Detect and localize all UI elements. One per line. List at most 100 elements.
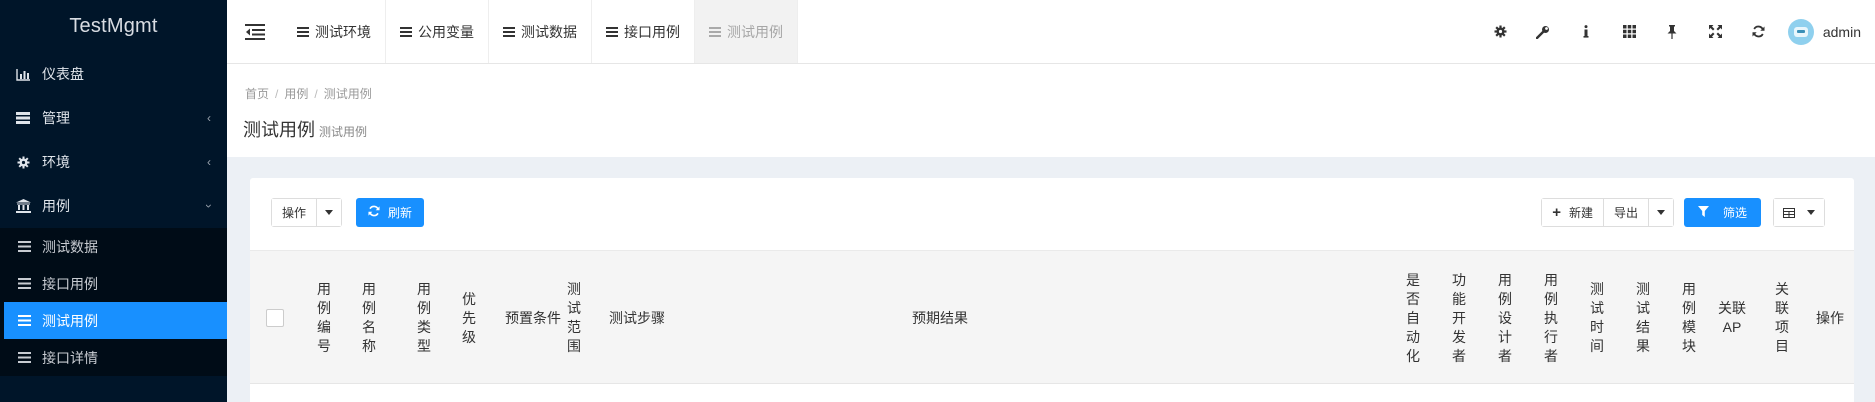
submenu-testcase: 测试数据 接口用例 测试用例 接口详情 [0,228,227,376]
tab-label: 接口用例 [624,23,680,40]
fullscreen-icon [1708,25,1722,38]
pin-button[interactable] [1651,0,1694,64]
filter-button[interactable]: 筛选 [1683,198,1761,227]
tab-test-data[interactable]: 测试数据 [489,0,592,63]
pin-icon [1667,24,1677,39]
sidebar-item-environment[interactable]: 环境 ‹ [0,140,227,184]
breadcrumb-separator: / [275,87,279,101]
tab-api-cases[interactable]: 接口用例 [592,0,695,63]
top-toolbar: admin [1479,0,1875,63]
refresh-page-button[interactable] [1737,0,1780,64]
column-header[interactable]: 预置条件 [505,251,561,385]
tab-label: 公用变量 [418,23,474,40]
sidebar-subitem-test-data[interactable]: 测试数据 [0,228,227,265]
column-header[interactable]: 用例设计者 [1497,251,1513,385]
breadcrumb-home[interactable]: 首页 [245,87,269,101]
new-export-group: + 新建 导出 [1541,198,1674,227]
page-title-text: 测试用例 [243,120,315,140]
wrench-icon [1536,25,1550,39]
new-button[interactable]: + 新建 [1542,199,1603,226]
filter-icon [1697,205,1709,220]
export-toggle[interactable] [1647,199,1673,226]
sidebar-item-testcase[interactable]: 用例 › [0,184,227,228]
sidebar-subitem-api-cases[interactable]: 接口用例 [0,265,227,302]
refresh-button[interactable]: 刷新 [356,198,425,227]
tab-label: 测试环境 [315,23,371,40]
avatar [1787,18,1814,45]
toolbar-right: + 新建 导出 筛选 [1541,198,1825,227]
column-header[interactable]: 测试时间 [1589,251,1605,385]
sidebar-toggle-button[interactable] [227,0,283,63]
brand-logo[interactable]: TestMgmt [0,0,227,52]
column-header[interactable]: 预期结果 [900,251,980,385]
tab-test-env[interactable]: 测试环境 [283,0,386,63]
chevron-left-icon: ‹ [207,155,211,169]
tab-label: 测试用例 [727,23,783,40]
breadcrumb-current: 测试用例 [323,87,372,101]
sidebar-subitem-label: 测试数据 [42,238,98,255]
sidebar-item-label: 仪表盘 [42,66,84,82]
column-header[interactable]: 测试步骤 [602,251,672,385]
top-navbar: 测试环境 公用变量 测试数据 接口用例 测试用例 admin [227,0,1875,64]
breadcrumb: 首页 / 用例 / 测试用例 [245,85,372,102]
bank-icon [14,199,32,213]
column-header[interactable]: 优先级 [461,251,477,385]
list-icon [18,239,32,255]
column-header[interactable]: 用例名称 [361,251,377,385]
tab-label: 测试数据 [521,23,577,40]
sidebar-item-manage[interactable]: 管理 ‹ [0,96,227,140]
grid-icon [1622,25,1636,38]
caret-down-icon [1656,210,1665,215]
export-button[interactable]: 导出 [1602,199,1648,226]
chevron-down-icon: › [202,204,216,208]
gear-icon [1494,25,1507,38]
column-header[interactable]: 测试结果 [1635,251,1651,385]
column-header[interactable]: 用例执行者 [1543,251,1559,385]
tab-public-vars[interactable]: 公用变量 [386,0,489,63]
sidebar-subitem-label: 接口用例 [42,275,98,292]
apps-button[interactable] [1608,0,1651,64]
operate-toggle[interactable] [316,199,342,226]
list-icon [606,24,618,40]
breadcrumb-cases[interactable]: 用例 [284,87,308,101]
user-menu[interactable]: admin [1787,18,1861,45]
sidebar-item-dashboard[interactable]: 仪表盘 [0,52,227,96]
tab-test-cases[interactable]: 测试用例 [695,0,798,63]
toolbar-left: 操作 刷新 [271,198,425,227]
operate-dropdown: 操作 [271,198,343,227]
column-header[interactable]: 关联项目 [1774,251,1790,385]
wrench-button[interactable] [1522,0,1565,64]
sidebar-subitem-label: 测试用例 [42,312,98,329]
list-icon [709,24,721,40]
breadcrumb-separator: / [314,87,318,101]
list-icon [14,111,32,125]
info-icon [1583,25,1589,38]
refresh-label: 刷新 [388,206,413,220]
info-button[interactable] [1565,0,1608,64]
page-header: 首页 / 用例 / 测试用例 测试用例 测试用例 [227,64,1875,157]
list-icon [400,24,412,40]
caret-down-icon [325,210,334,215]
column-header[interactable]: 用例编号 [316,251,332,385]
list-icon [297,24,309,40]
column-header[interactable]: 操作 [1815,251,1845,385]
column-header[interactable]: 关联AP [1717,251,1747,385]
columns-button[interactable] [1774,199,1824,226]
select-all-checkbox[interactable] [266,309,284,327]
column-header[interactable]: 是否自动化 [1405,251,1421,385]
sidebar-subitem-api-detail[interactable]: 接口详情 [0,339,227,376]
gear-icon [14,155,32,169]
column-header[interactable]: 用例模块 [1681,251,1697,385]
settings-button[interactable] [1479,0,1522,64]
table-card: 操作 刷新 + 新建 导出 筛选 用例编号 用例名称 用例类型 优先级 预置条件… [250,178,1854,402]
refresh-icon [1752,25,1765,38]
caret-down-icon [1807,210,1815,215]
sidebar-subitem-test-cases[interactable]: 测试用例 [4,302,227,339]
fullscreen-button[interactable] [1694,0,1737,64]
list-icon [18,350,32,366]
column-header[interactable]: 功能开发者 [1451,251,1467,385]
column-header[interactable]: 用例类型 [416,251,432,385]
column-header[interactable]: 测试范围 [566,251,582,385]
list-icon [18,276,32,292]
operate-button[interactable]: 操作 [272,199,317,226]
